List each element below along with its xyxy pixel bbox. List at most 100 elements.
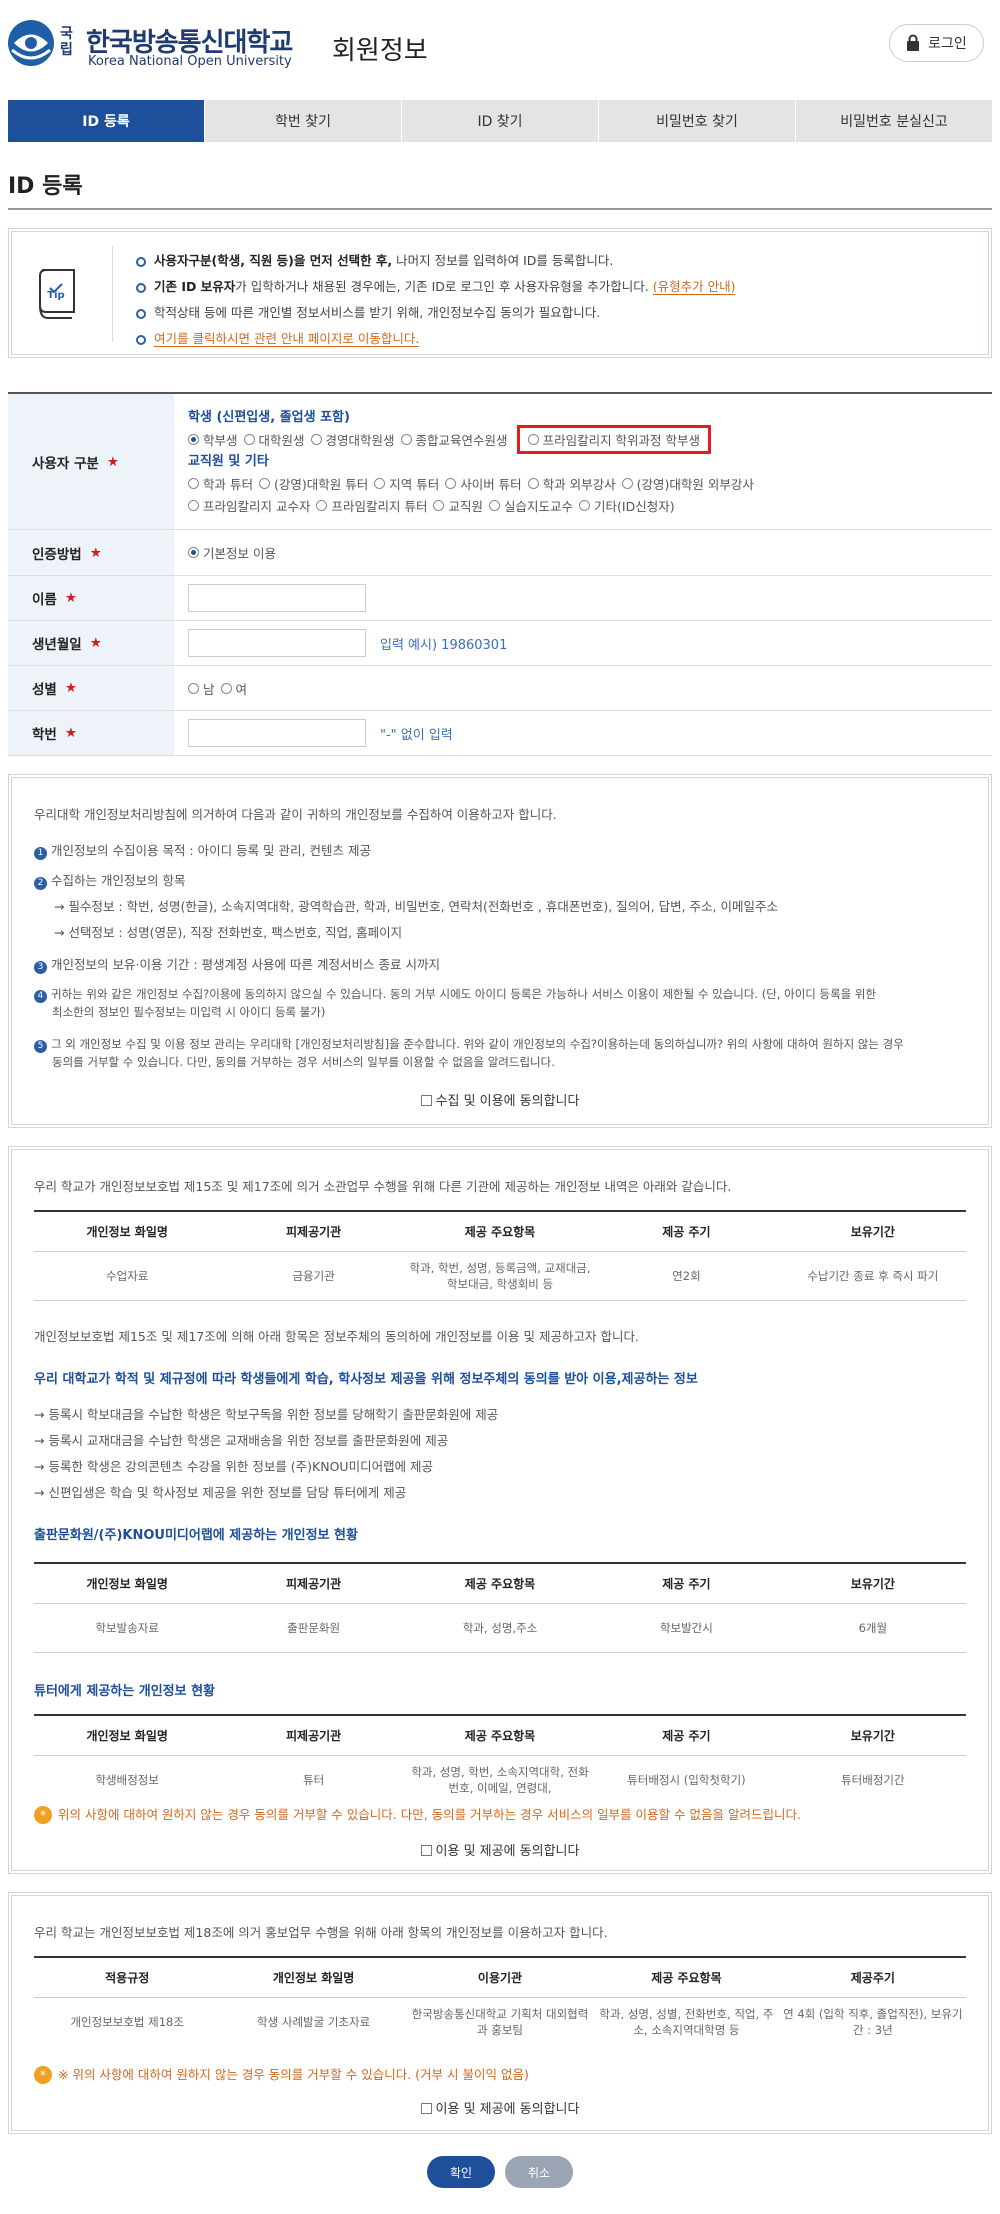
tab-find-password[interactable]: 비밀번호 찾기 — [598, 100, 795, 142]
radio-other[interactable]: 기타(ID신청자) — [579, 496, 675, 515]
tab-report-lost-password[interactable]: 비밀번호 분실신고 — [795, 100, 992, 142]
consent2-heading: 우리 대학교가 학적 및 제규정에 따라 학생들에게 학습, 학사정보 제공을 … — [34, 1372, 698, 1387]
confirm-button[interactable]: 확인 — [427, 2156, 495, 2188]
radio-prime-tutor[interactable]: 프라임칼리지 튜터 — [316, 496, 427, 515]
list-item: → 신편입생은 학습 및 학사정보 제공을 위한 정보를 담당 튜터에게 제공 — [34, 1485, 407, 1500]
warning-icon: * — [34, 1806, 52, 1824]
consent1-item: 1 개인정보의 수집이용 목적 : 아이디 등록 및 관리, 컨텐츠 제공 — [34, 840, 371, 860]
consent1-item-cont: 동의를 거부할 수 있습니다. 다만, 동의를 거부하는 경우 서비스의 일부를… — [52, 1055, 555, 1069]
list-item: → 등록한 학생은 강의콘텐츠 수강을 위한 정보를 (주)KNOU미디어랩에 … — [34, 1459, 434, 1474]
consent2-heading: 튜터에게 제공하는 개인정보 현황 — [34, 1684, 216, 1699]
consent1-required-info: → 필수정보 : 학번, 성명(한글), 소속지역대학, 광역학습관, 학과, … — [54, 899, 779, 914]
tip-list: 사용자구분(학생, 직원 등)을 먼저 선택한 후, 나머지 정보를 입력하여 … — [136, 248, 736, 352]
radio-cyber-tutor[interactable]: 사이버 튜터 — [445, 474, 522, 493]
gender-label: 성별 — [32, 682, 57, 698]
header: 국립 한국방송통신대학교 Korea National Open Univers… — [0, 0, 1000, 96]
tip-scroll-icon: Tip — [39, 269, 75, 319]
consent1-optional-info: → 선택정보 : 성명(영문), 직장 전화번호, 팩스번호, 직업, 홈페이지 — [54, 925, 403, 940]
birth-hint: 입력 예시) 19860301 — [380, 637, 508, 653]
promotion-table: 적용규정 개인정보 화일명 이용기관 제공 주요항목 제공주기 개인정보보호법 제18조… — [34, 1956, 966, 2046]
birth-row: 생년월일 ★ 입력 예시) 19860301 — [8, 621, 992, 666]
gender-row: 성별 ★ 남 여 — [8, 666, 992, 711]
consent2-note: 개인정보보호법 제15조 및 제17조에 의해 아래 항목은 정보주체의 동의하… — [34, 1329, 639, 1344]
tip-item: 학적상태 등에 따른 개인별 정보서비스를 받기 위해, 개인정보수집 동의가 … — [136, 300, 735, 326]
list-item: → 등록시 학보대금을 수납한 학생은 학보구독을 위한 정보를 당해학기 출판… — [34, 1407, 499, 1422]
name-input[interactable] — [188, 584, 366, 612]
radio-undergrad[interactable]: 학부생 — [188, 430, 238, 449]
tip-box: Tip 사용자구분(학생, 직원 등)을 먼저 선택한 후, 나머지 정보를 입… — [8, 228, 992, 358]
consent1-intro: 우리대학 개인정보처리방침에 의거하여 다음과 같이 귀하의 개인정보를 수집하… — [34, 807, 557, 822]
consent3-warning: * ※ 위의 사항에 대하여 원하지 않는 경우 동의를 거부할 수 있습니다. … — [34, 2064, 529, 2084]
radio-staff[interactable]: 교직원 — [433, 496, 483, 515]
publisher-table: 개인정보 화일명 피제공기관 제공 주요항목 제공 주기 보유기간 학보발송자료 출판문화… — [34, 1562, 966, 1653]
consent1-item-cont: 최소한의 정보인 필수정보는 미입력 시 아이디 등록 불가) — [52, 1005, 326, 1019]
table-row: 학생배정정보 튜터 학과, 성명, 학번, 소속지역대학, 전화번호, 이메일, 연… — [95, 1765, 905, 1795]
auth-row: 인증방법 ★ 기본정보 이용 — [8, 530, 992, 576]
staff-group-title: 교직원 및 기타 — [188, 453, 269, 469]
tab-bar: ID 등록 학번 찾기 ID 찾기 비밀번호 찾기 비밀번호 분실신고 — [8, 100, 992, 142]
radio-grad[interactable]: 대학원생 — [243, 430, 305, 449]
radio-training-institute[interactable]: 종합교육연수원생 — [400, 430, 508, 449]
tip-item: 사용자구분(학생, 직원 등)을 먼저 선택한 후, 나머지 정보를 입력하여 … — [136, 248, 735, 274]
provision-table: 개인정보 화일명 피제공기관 제공 주요항목 제공 주기 보유기간 수업자료 금융기관 학과… — [34, 1210, 966, 1301]
warning-icon: * — [34, 2066, 52, 2084]
student-group-title: 학생 (신편입생, 졸업생 포함) — [188, 409, 350, 425]
student-no-label: 학번 — [32, 727, 57, 743]
tab-find-student-no[interactable]: 학번 찾기 — [204, 100, 401, 142]
login-label: 로그인 — [928, 36, 967, 52]
consent-promotion-box: 우리 학교는 개인정보보호법 제18조에 의거 홍보업무 수행을 위해 아래 항… — [8, 1892, 992, 2134]
student-no-input[interactable] — [188, 719, 366, 747]
page-heading: 회원정보 — [332, 36, 428, 66]
table-row: 학보발송자료 출판문화원 학과, 성명,주소 학보발간시 6개월 — [95, 1621, 888, 1635]
table-row: 수업자료 금융기관 학과, 학번, 성명, 등록금액, 교재대금,학보대금, 학생회… — [106, 1261, 939, 1291]
add-type-guide-link[interactable]: (유형추가 안내) — [652, 279, 736, 295]
consent2-warning: * 위의 사항에 대하여 원하지 않는 경우 동의를 거부할 수 있습니다. 다만… — [34, 1804, 801, 1824]
list-item: → 등록시 교재대금을 수납한 학생은 교재배송을 위한 정보를 출판문화원에 … — [34, 1433, 449, 1448]
radio-prime-professor[interactable]: 프라임칼리지 교수자 — [188, 496, 310, 515]
student-no-row: 학번 ★ "-" 없이 입력 — [8, 711, 992, 756]
radio-grad-lecturer[interactable]: (강영)대학원 외부강사 — [621, 474, 754, 493]
user-type-options: 학생 (신편입생, 졸업생 포함) 학부생 대학원생 경영대학원생 종합교육연수… — [174, 394, 992, 529]
divider — [8, 208, 992, 210]
user-type-label: 사용자 구분 ★ — [8, 394, 174, 529]
name-row: 이름 ★ — [8, 576, 992, 621]
section-title: ID 등록 — [8, 174, 83, 199]
tutor-table: 개인정보 화일명 피제공기관 제공 주요항목 제공 주기 보유기간 학생배정정보 튜터 학과… — [34, 1714, 966, 1804]
table-row: 개인정보보호법 제18조 학생 사례발굴 기초자료 한국방송통신대학교 기획처 대외… — [70, 2007, 963, 2037]
consent1-item: 5그 외 개인정보 수집 및 이용 정보 관리는 우리대학 [개인정보처리방침]… — [34, 1036, 904, 1053]
radio-practice-professor[interactable]: 실습지도교수 — [488, 496, 573, 515]
radio-grad-tutor[interactable]: (강영)대학원 튜터 — [258, 474, 368, 493]
consent2-agree-checkbox[interactable]: 이용 및 제공에 동의합니다 — [12, 1840, 988, 1859]
radio-dept-tutor[interactable]: 학과 튜터 — [188, 474, 253, 493]
radio-prime-college-degree[interactable]: 프라임칼리지 학위과정 학부생 — [516, 425, 712, 454]
radio-regional-tutor[interactable]: 지역 튜터 — [374, 474, 439, 493]
consent3-agree-checkbox[interactable]: 이용 및 제공에 동의합니다 — [12, 2098, 988, 2117]
tip-item: 기존 ID 보유자가 입학하거나 채용된 경우에는, 기존 ID로 로그인 후 … — [136, 274, 736, 300]
consent1-item: 2 수집하는 개인정보의 항목 — [34, 870, 185, 890]
birth-input[interactable] — [188, 629, 366, 657]
tip-item: 여기를 클릭하시면 관련 안내 페이지로 이동합니다. — [136, 326, 735, 352]
name-label: 이름 — [32, 592, 57, 608]
consent2-intro: 우리 학교가 개인정보보호법 제15조 및 제17조에 의거 소관업무 수행을 … — [34, 1179, 732, 1194]
page: 국립 한국방송통신대학교 Korea National Open Univers… — [0, 0, 1000, 2214]
consent-provision-box: 우리 학교가 개인정보보호법 제15조 및 제17조에 의거 소관업무 수행을 … — [8, 1146, 992, 1874]
student-no-hint: "-" 없이 입력 — [380, 727, 453, 743]
university-emblem-icon — [8, 20, 54, 66]
login-button[interactable]: 로그인 — [889, 24, 984, 62]
radio-dept-lecturer[interactable]: 학과 외부강사 — [527, 474, 616, 493]
tab-id-register[interactable]: ID 등록 — [8, 100, 204, 142]
cancel-button[interactable]: 취소 — [505, 2156, 573, 2188]
radio-business-grad[interactable]: 경영대학원생 — [310, 430, 395, 449]
radio-female[interactable]: 여 — [220, 679, 247, 698]
guide-page-link[interactable]: 여기를 클릭하시면 관련 안내 페이지로 이동합니다. — [154, 331, 420, 347]
consent1-item: 4 귀하는 위와 같은 개인정보 수집?이용에 동의하지 않으실 수 있습니다. … — [34, 986, 876, 1003]
auth-label: 인증방법 — [32, 546, 82, 563]
consent1-agree-checkbox[interactable]: 수집 및 이용에 동의합니다 — [12, 1090, 988, 1109]
radio-basic-info[interactable]: 기본정보 이용 — [188, 543, 276, 562]
radio-male[interactable]: 남 — [188, 679, 215, 698]
tip-label: Tip — [47, 290, 64, 301]
lock-icon — [907, 34, 920, 51]
user-type-row: 사용자 구분 ★ 학생 (신편입생, 졸업생 포함) 학부생 대학원생 경영대학원… — [8, 394, 992, 530]
tab-find-id[interactable]: ID 찾기 — [401, 100, 598, 142]
consent-collection-box: 우리대학 개인정보처리방침에 의거하여 다음과 같이 귀하의 개인정보를 수집하… — [8, 774, 992, 1128]
